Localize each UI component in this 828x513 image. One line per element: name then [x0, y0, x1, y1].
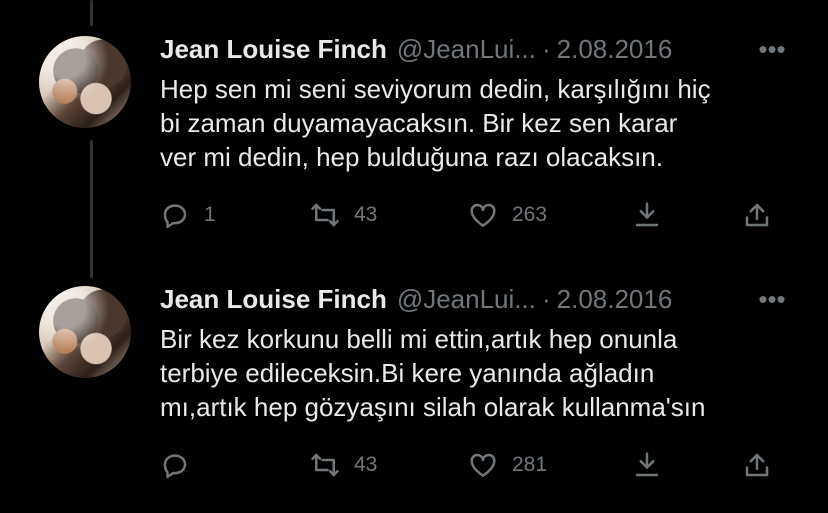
like-icon — [470, 203, 496, 227]
separator-dot: · — [541, 283, 551, 314]
share-button[interactable] — [742, 447, 772, 483]
download-icon — [635, 202, 659, 227]
reply-count: 1 — [204, 203, 216, 226]
reply-button[interactable]: 1 — [160, 197, 216, 233]
like-count: 281 — [512, 453, 548, 476]
download-button[interactable] — [632, 197, 662, 233]
tweet-date[interactable]: 2.08.2016 — [557, 284, 673, 315]
tweet-text-line: ver mi dedin, hep bulduğuna razı olacaks… — [160, 142, 663, 172]
like-button[interactable]: 281 — [468, 447, 547, 483]
tweet[interactable]: Jean Louise Finch @JeanLui... · 2.08.201… — [0, 0, 828, 260]
retweet-button[interactable]: 43 — [310, 447, 377, 483]
tweet-text-line: Bir kez korkunu belli mi ettin,artık hep… — [160, 324, 678, 354]
reply-button[interactable] — [160, 447, 204, 483]
tweet-actions: 43 281 — [160, 447, 780, 483]
separator-dot: · — [541, 33, 551, 64]
avatar[interactable] — [39, 36, 131, 128]
tweet-header: Jean Louise Finch @JeanLui... · 2.08.201… — [160, 32, 800, 66]
download-button[interactable] — [632, 447, 662, 483]
retweet-icon — [311, 203, 339, 227]
avatar[interactable] — [39, 286, 131, 378]
display-name[interactable]: Jean Louise Finch — [160, 284, 387, 315]
tweet[interactable]: Jean Louise Finch @JeanLui... · 2.08.201… — [0, 260, 828, 513]
like-icon — [470, 453, 496, 477]
download-icon — [635, 452, 659, 477]
tweet-text-line: mı,artık hep gözyaşını silah olarak kull… — [160, 392, 706, 422]
like-count: 263 — [512, 203, 548, 226]
tweet-text-line: bi zaman duyamayacaksın. Bir kez sen kar… — [160, 108, 678, 138]
reply-icon — [163, 204, 187, 229]
like-button[interactable]: 263 — [468, 197, 547, 233]
display-name[interactable]: Jean Louise Finch — [160, 34, 387, 65]
user-handle[interactable]: @JeanLui... — [397, 284, 536, 315]
retweet-count: 43 — [354, 203, 378, 226]
tweet-header: Jean Louise Finch @JeanLui... · 2.08.201… — [160, 282, 800, 316]
user-handle[interactable]: @JeanLui... — [397, 34, 536, 65]
tweet-text: Bir kez korkunu belli mi ettin,artık hep… — [160, 322, 790, 424]
retweet-button[interactable]: 43 — [310, 197, 377, 233]
retweet-icon — [311, 453, 339, 477]
tweet-actions: 1 43 263 — [160, 197, 780, 233]
share-icon — [745, 203, 769, 227]
share-icon — [745, 453, 769, 477]
more-options-icon[interactable]: ••• — [752, 32, 792, 66]
more-options-icon[interactable]: ••• — [752, 282, 792, 316]
retweet-count: 43 — [354, 453, 378, 476]
reply-icon — [163, 454, 187, 479]
share-button[interactable] — [742, 197, 772, 233]
tweet-text-line: Hep sen mi seni seviyorum dedin, karşılı… — [160, 74, 711, 104]
tweet-date[interactable]: 2.08.2016 — [557, 34, 673, 65]
tweet-text: Hep sen mi seni seviyorum dedin, karşılı… — [160, 72, 790, 174]
tweet-text-line: terbiye edileceksin.Bi kere yanında ağla… — [160, 358, 655, 388]
